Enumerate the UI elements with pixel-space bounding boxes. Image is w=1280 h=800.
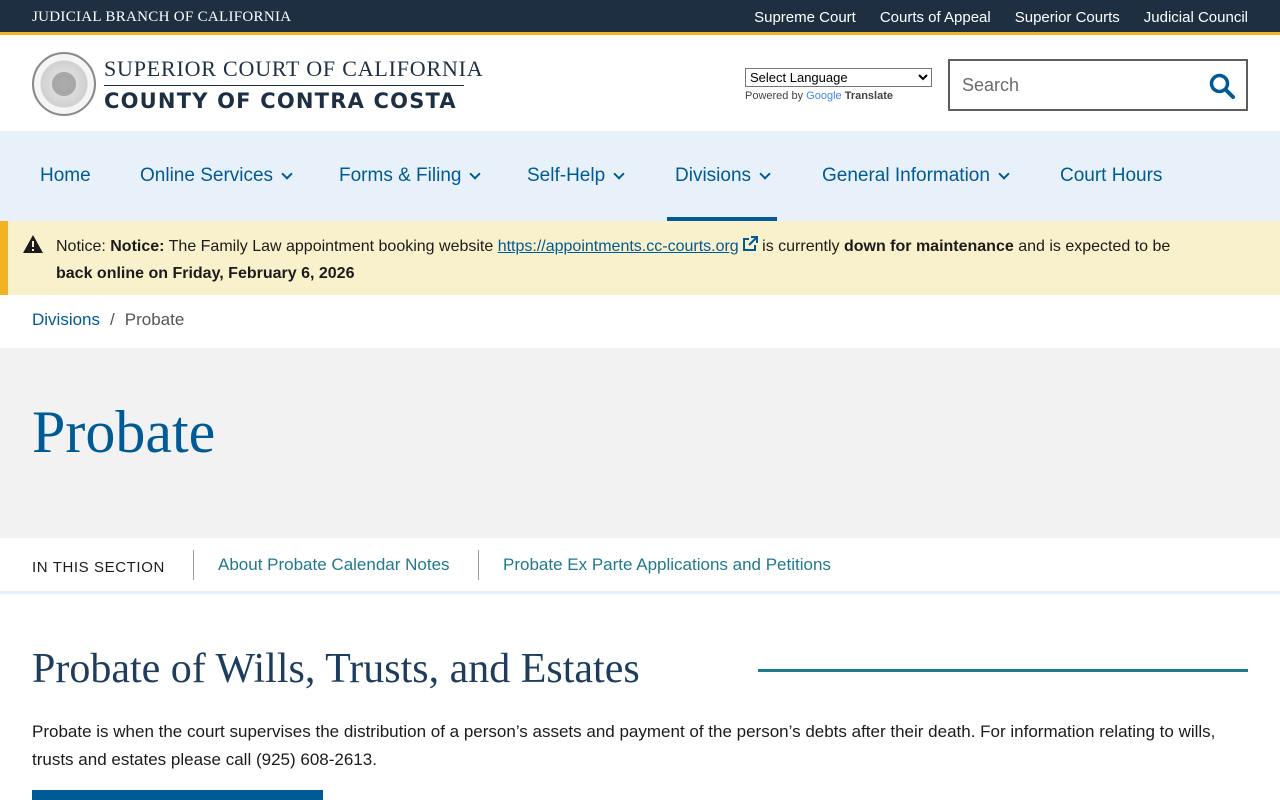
nav-item-label: Self-Help <box>527 165 606 186</box>
language-select[interactable]: Select Language <box>745 68 932 87</box>
breadcrumb-divisions[interactable]: Divisions <box>32 310 100 330</box>
notice-text-1: The Family Law appointment booking websi… <box>164 238 498 255</box>
nav-item-online-services[interactable]: Online Services <box>140 131 293 221</box>
appointments-link[interactable]: https://appointments.cc-courts.org <box>498 238 739 255</box>
judicial-branch-link[interactable]: JUDICIAL BRANCH OF CALIFORNIA <box>32 9 291 26</box>
about-probate-calendar-notes-link[interactable]: About Probate Calendar Notes <box>218 555 450 575</box>
site-header: SUPERIOR COURT OF CALIFORNIA COUNTY OF C… <box>0 38 1280 131</box>
superior-courts-link[interactable]: Superior Courts <box>1015 9 1120 26</box>
top-links: Supreme Court Courts of Appeal Superior … <box>754 9 1248 26</box>
notice-strong-2: back online on Friday, February 6, 2026 <box>56 265 355 282</box>
chevron-down-icon <box>469 167 482 180</box>
breadcrumb-current: Probate <box>124 310 185 329</box>
external-link-icon <box>742 236 758 251</box>
nav-item-label: Court Hours <box>1060 165 1163 186</box>
nav-item-label: Online Services <box>140 165 274 186</box>
notice-prefix: Notice: <box>56 238 111 255</box>
chevron-down-icon <box>281 167 293 180</box>
search-input[interactable] <box>962 71 1202 99</box>
section-divider <box>478 550 479 580</box>
court-name-line1: SUPERIOR COURT OF CALIFORNIA <box>104 56 484 81</box>
nav-item-label: General Information <box>822 165 990 186</box>
breadcrumb: Divisions / Probate <box>32 310 184 330</box>
translate-link[interactable]: Translate <box>845 90 893 102</box>
top-utility-bar: JUDICIAL BRANCH OF CALIFORNIA Supreme Co… <box>0 0 1280 35</box>
nav-item-self-help[interactable]: Self-Help <box>527 131 625 221</box>
notice-text-3: and is expected to be <box>1013 238 1171 255</box>
search-icon[interactable] <box>1208 72 1236 100</box>
probate-ex-parte-link[interactable]: Probate Ex Parte Applications and Petiti… <box>503 555 831 575</box>
powered-by-google: Powered by Google Translate <box>745 90 932 102</box>
nav-item-label: Forms & Filing <box>339 165 462 186</box>
nav-item-general-information[interactable]: General Information <box>822 131 1010 221</box>
in-this-section-nav: IN THIS SECTION About Probate Calendar N… <box>0 538 1280 594</box>
in-this-section-label: IN THIS SECTION <box>32 559 165 576</box>
notice-strong-label: Notice: <box>110 238 165 255</box>
court-name-divider <box>104 85 464 86</box>
nav-item-divisions[interactable]: Divisions <box>666 131 778 221</box>
nav-item-label: Divisions <box>675 165 752 186</box>
google-logo-text: Google <box>806 90 842 102</box>
chevron-down-icon <box>759 167 771 180</box>
judicial-council-link[interactable]: Judicial Council <box>1144 9 1248 26</box>
court-name-logo[interactable]: SUPERIOR COURT OF CALIFORNIA COUNTY OF C… <box>104 56 483 113</box>
notice-text: Notice: Notice: The Family Law appointme… <box>56 233 1186 287</box>
chevron-down-icon <box>998 167 1010 180</box>
nav-item-court-hours[interactable]: Court Hours <box>1060 131 1162 221</box>
section-divider <box>193 550 194 580</box>
content-paragraph: Probate is when the court supervises the… <box>32 722 1216 769</box>
main-navigation: Home Online Services Forms & Filing Self… <box>0 131 1280 221</box>
search-box <box>948 59 1248 111</box>
court-seal-logo[interactable] <box>32 52 96 116</box>
notice-strong-1: down for maintenance <box>843 238 1014 255</box>
chevron-down-icon <box>613 167 625 180</box>
page-title: Probate <box>32 399 216 465</box>
breadcrumb-separator: / <box>110 310 115 329</box>
heading-rule <box>758 669 1248 672</box>
nav-item-forms-filing[interactable]: Forms & Filing <box>339 131 482 221</box>
nav-item-label: Home <box>40 165 91 186</box>
google-translate-widget: Select Language Powered by Google Transl… <box>745 68 932 102</box>
courts-of-appeal-link[interactable]: Courts of Appeal <box>880 9 991 26</box>
court-name-line2: COUNTY OF CONTRA COSTA <box>104 89 457 113</box>
supreme-court-link[interactable]: Supreme Court <box>754 9 856 26</box>
notice-text-2: is currently <box>757 238 844 255</box>
page-hero: Probate <box>0 348 1280 538</box>
content-heading: Probate of Wills, Trusts, and Estates <box>32 646 640 692</box>
powered-by-text: Powered by <box>745 90 804 102</box>
content-action-button[interactable] <box>32 790 323 800</box>
warning-icon <box>23 235 43 253</box>
nav-item-home[interactable]: Home <box>40 131 91 221</box>
notice-banner: Notice: Notice: The Family Law appointme… <box>0 221 1280 295</box>
